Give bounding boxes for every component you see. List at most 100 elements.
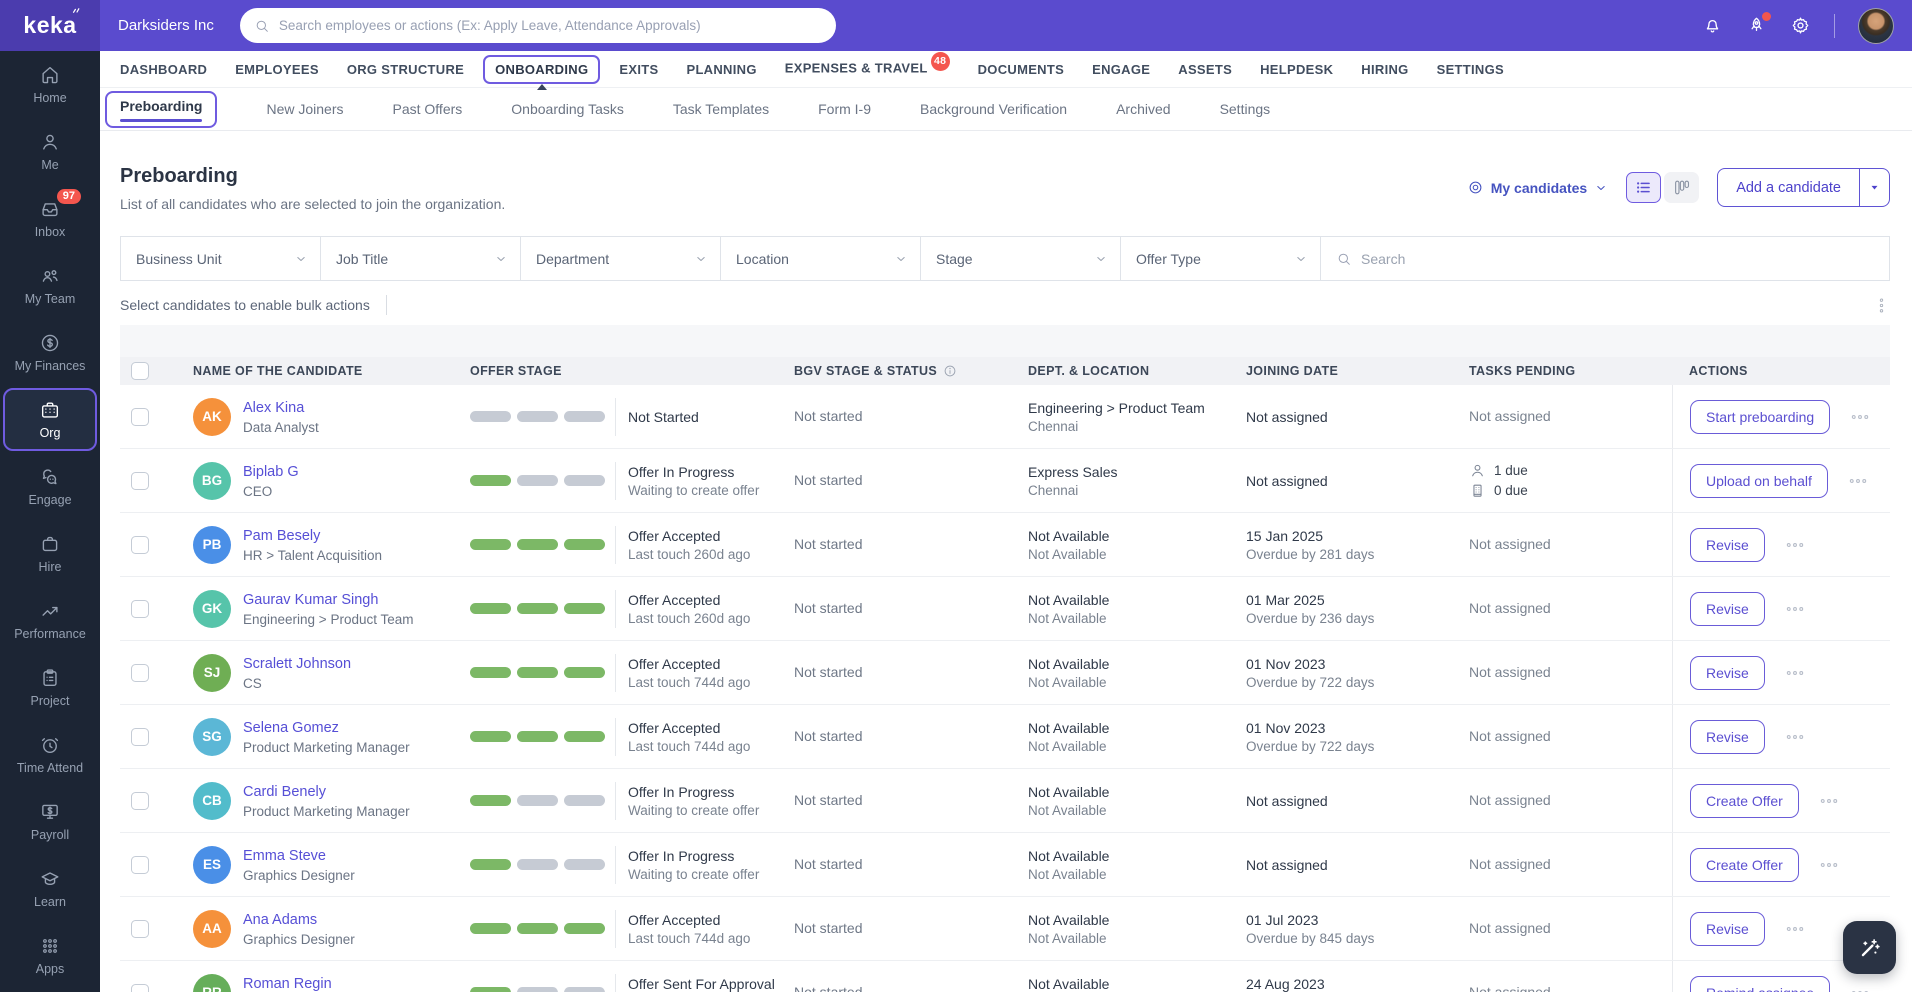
nav-tab-documents[interactable]: DOCUMENTS — [964, 62, 1078, 77]
nav-tab-employees[interactable]: EMPLOYEES — [221, 62, 333, 77]
subtab-background-verification[interactable]: Background Verification — [920, 101, 1067, 117]
subtab-task-templates[interactable]: Task Templates — [673, 101, 769, 117]
nav-tab-exits[interactable]: EXITS — [605, 62, 672, 77]
notifications-bell-icon[interactable] — [1702, 15, 1723, 36]
row-action-remind-assignee-button[interactable]: Remind assignee — [1690, 975, 1831, 992]
subtab-onboarding-tasks[interactable]: Onboarding Tasks — [511, 101, 624, 117]
candidate-name-link[interactable]: Alex Kina — [243, 400, 304, 416]
row-checkbox[interactable] — [131, 727, 149, 746]
sidebar-item-engage[interactable]: Engage — [3, 455, 97, 518]
nav-tab-assets[interactable]: ASSETS — [1164, 62, 1246, 77]
row-action-revise-button[interactable]: Revise — [1690, 719, 1765, 754]
filter-department[interactable]: Department — [520, 236, 721, 281]
candidate-name-link[interactable]: Emma Steve — [243, 848, 326, 864]
candidate-name-link[interactable]: Biplab G — [243, 464, 299, 480]
candidate-name-link[interactable]: Roman Regin — [243, 976, 332, 992]
nav-tab-dashboard[interactable]: DASHBOARD — [120, 62, 221, 77]
row-more-icon[interactable] — [1850, 983, 1870, 992]
subtab-settings[interactable]: Settings — [1220, 101, 1271, 117]
row-action-upload-on-behalf-button[interactable]: Upload on behalf — [1690, 463, 1828, 498]
table-search-input[interactable] — [1361, 250, 1874, 267]
row-more-icon[interactable] — [1785, 663, 1805, 683]
whats-new-rocket-icon[interactable] — [1746, 12, 1771, 36]
row-more-icon[interactable] — [1785, 919, 1805, 939]
sidebar-item-org[interactable]: Org — [3, 388, 97, 451]
nav-tab-hiring[interactable]: HIRING — [1347, 62, 1422, 77]
row-checkbox[interactable] — [131, 599, 149, 618]
row-more-icon[interactable] — [1785, 599, 1805, 619]
global-search[interactable] — [239, 8, 836, 43]
kanban-view-button[interactable] — [1664, 172, 1700, 203]
nav-tab-helpdesk[interactable]: HELPDESK — [1246, 62, 1347, 77]
subtab-archived[interactable]: Archived — [1116, 101, 1170, 117]
filter-location[interactable]: Location — [720, 236, 921, 281]
row-more-icon[interactable] — [1785, 535, 1805, 555]
row-checkbox[interactable] — [131, 983, 149, 992]
row-action-create-offer-button[interactable]: Create Offer — [1690, 847, 1799, 882]
keka-logo[interactable]: keka — [0, 0, 100, 51]
select-all-checkbox[interactable] — [131, 362, 149, 380]
sidebar-item-apps[interactable]: Apps — [3, 924, 97, 987]
row-checkbox[interactable] — [131, 535, 149, 554]
candidate-name-link[interactable]: Cardi Benely — [243, 784, 326, 800]
sidebar-item-team[interactable]: My Team — [3, 254, 97, 317]
add-candidate-dropdown-button[interactable] — [1859, 169, 1889, 206]
candidate-name-link[interactable]: Scralett Johnson — [243, 656, 351, 672]
subtab-preboarding[interactable]: Preboarding — [105, 90, 218, 128]
candidate-name-link[interactable]: Gaurav Kumar Singh — [243, 592, 378, 608]
nav-tab-onboarding[interactable]: ONBOARDING — [483, 54, 601, 90]
sidebar-item-project[interactable]: Project — [3, 656, 97, 719]
sidebar-item-user[interactable]: Me — [3, 120, 97, 183]
settings-gear-icon[interactable] — [1790, 15, 1811, 36]
candidate-name-link[interactable]: Ana Adams — [243, 912, 317, 928]
filter-stage[interactable]: Stage — [920, 236, 1121, 281]
row-checkbox[interactable] — [131, 471, 149, 490]
row-action-revise-button[interactable]: Revise — [1690, 911, 1765, 946]
subtab-past-offers[interactable]: Past Offers — [393, 101, 463, 117]
table-search[interactable] — [1320, 236, 1890, 281]
candidate-name-link[interactable]: Selena Gomez — [243, 720, 339, 736]
row-checkbox[interactable] — [131, 855, 149, 874]
subtab-new-joiners[interactable]: New Joiners — [266, 101, 343, 117]
nav-tab-expenses-travel[interactable]: EXPENSES & TRAVEL 48 — [771, 51, 964, 79]
sidebar-item-performance[interactable]: Performance — [3, 589, 97, 652]
row-action-start-preboarding-button[interactable]: Start preboarding — [1690, 399, 1831, 434]
row-more-icon[interactable] — [1848, 471, 1868, 491]
row-more-icon[interactable] — [1850, 407, 1870, 427]
sidebar-item-finances[interactable]: My Finances — [3, 321, 97, 384]
row-action-create-offer-button[interactable]: Create Offer — [1690, 783, 1799, 818]
sidebar-item-payroll[interactable]: Payroll — [3, 790, 97, 853]
list-view-button[interactable] — [1626, 172, 1662, 203]
nav-tab-settings[interactable]: SETTINGS — [1423, 62, 1518, 77]
row-action-revise-button[interactable]: Revise — [1690, 591, 1765, 626]
nav-tab-planning[interactable]: PLANNING — [672, 62, 770, 77]
row-more-icon[interactable] — [1819, 855, 1839, 875]
add-candidate-button[interactable]: Add a candidate — [1718, 169, 1859, 206]
filter-business-unit[interactable]: Business Unit — [120, 236, 321, 281]
ai-assistant-button[interactable] — [1843, 921, 1896, 974]
row-checkbox[interactable] — [131, 919, 149, 938]
row-checkbox[interactable] — [131, 791, 149, 810]
info-icon[interactable] — [943, 364, 957, 378]
nav-tab-org-structure[interactable]: ORG STRUCTURE — [333, 62, 478, 77]
row-more-icon[interactable] — [1819, 791, 1839, 811]
row-action-revise-button[interactable]: Revise — [1690, 655, 1765, 690]
subtab-form-i-9[interactable]: Form I-9 — [818, 101, 871, 117]
filter-offer-type[interactable]: Offer Type — [1120, 236, 1321, 281]
user-avatar[interactable] — [1858, 7, 1894, 44]
bulk-more-icon[interactable] — [1873, 297, 1890, 314]
sidebar-item-home[interactable]: Home — [3, 53, 97, 116]
row-checkbox[interactable] — [131, 663, 149, 682]
row-action-revise-button[interactable]: Revise — [1690, 527, 1765, 562]
sidebar-item-time-attend[interactable]: Time Attend — [3, 723, 97, 786]
sidebar-item-hire[interactable]: Hire — [3, 522, 97, 585]
row-more-icon[interactable] — [1785, 727, 1805, 747]
global-search-input[interactable] — [278, 18, 822, 33]
candidate-name-link[interactable]: Pam Besely — [243, 528, 320, 544]
sidebar-item-learn[interactable]: Learn — [3, 857, 97, 920]
nav-tab-engage[interactable]: ENGAGE — [1078, 62, 1164, 77]
sidebar-item-inbox[interactable]: 97 Inbox — [3, 187, 97, 250]
candidates-scope-dropdown[interactable]: My candidates — [1467, 179, 1608, 196]
row-checkbox[interactable] — [131, 407, 149, 426]
filter-job-title[interactable]: Job Title — [320, 236, 521, 281]
